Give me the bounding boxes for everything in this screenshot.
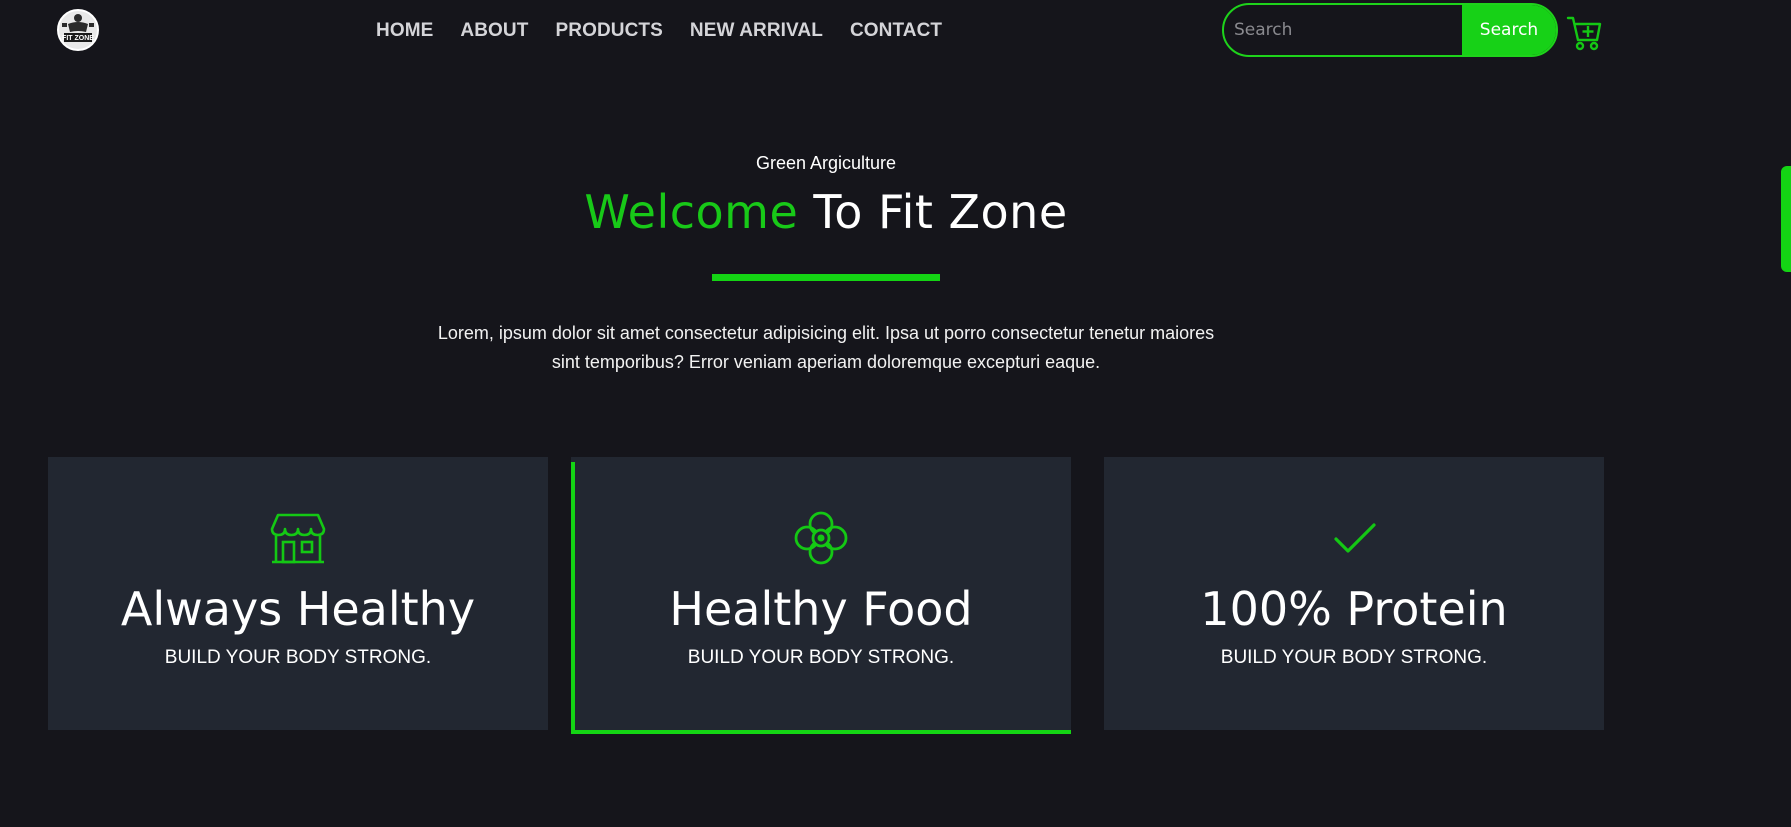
feature-title: Always Healthy (120, 582, 476, 636)
card-accent-border-bottom (571, 730, 1071, 734)
logo-badge-icon: FIT ZONE (57, 9, 99, 51)
flower-icon (571, 511, 1071, 565)
feature-card-always-healthy: Always Healthy BUILD YOUR BODY STRONG. (48, 457, 548, 730)
hero-section: Green Argiculture Welcome To Fit Zone Lo… (0, 150, 1652, 377)
checkmark-icon (1104, 511, 1604, 565)
feature-subtitle: BUILD YOUR BODY STRONG. (687, 647, 955, 668)
nav-products[interactable]: PRODUCTS (555, 20, 662, 42)
search-input[interactable] (1224, 5, 1462, 55)
feature-card-healthy-food: Healthy Food BUILD YOUR BODY STRONG. (571, 457, 1071, 734)
search-button[interactable]: Search (1462, 5, 1556, 55)
svg-text:FIT ZONE: FIT ZONE (62, 35, 94, 42)
feature-card-protein: 100% Protein BUILD YOUR BODY STRONG. (1104, 457, 1604, 730)
hero-description: Lorem, ipsum dolor sit amet consectetur … (437, 323, 1215, 372)
cart-button[interactable] (1566, 12, 1602, 52)
site-header: FIT ZONE HOME ABOUT PRODUCTS NEW ARRIVAL… (0, 0, 1791, 62)
nav-new-arrival[interactable]: NEW ARRIVAL (690, 20, 823, 42)
page-scrollbar-thumb[interactable] (1781, 166, 1791, 272)
storefront-icon (48, 511, 548, 565)
hero-title-accent: Welcome (584, 185, 799, 239)
nav-about[interactable]: ABOUT (460, 20, 528, 42)
feature-title: Healthy Food (669, 582, 973, 636)
feature-subtitle: BUILD YOUR BODY STRONG. (1220, 647, 1488, 668)
nav-contact[interactable]: CONTACT (850, 20, 942, 42)
nav-home[interactable]: HOME (376, 20, 433, 42)
feature-title: 100% Protein (1200, 582, 1508, 636)
fit-zone-logo[interactable]: FIT ZONE (56, 8, 100, 52)
cart-plus-icon (1566, 16, 1602, 51)
hero-subtitle: Green Argiculture (755, 153, 897, 173)
hero-title-rest: To Fit Zone (813, 185, 1068, 239)
feature-subtitle: BUILD YOUR BODY STRONG. (164, 647, 432, 668)
hero-divider (712, 274, 940, 281)
hero-title: Welcome To Fit Zone (0, 180, 1652, 244)
main-nav: HOME ABOUT PRODUCTS NEW ARRIVAL CONTACT (376, 20, 969, 42)
search-form: Search (1222, 3, 1558, 57)
